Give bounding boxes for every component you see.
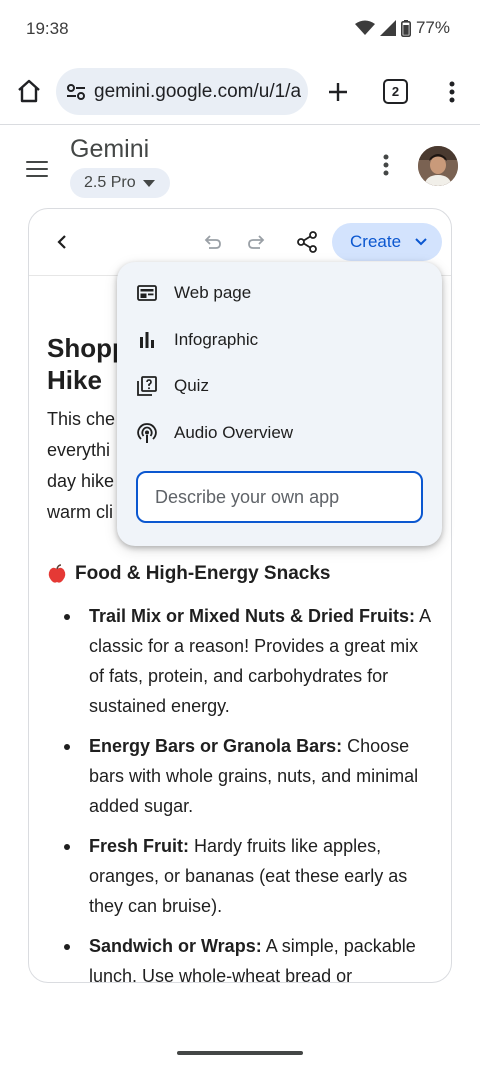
- create-button[interactable]: Create: [332, 223, 442, 261]
- browser-menu-button[interactable]: [438, 76, 466, 108]
- podcast-icon: [135, 421, 159, 445]
- chevron-down-icon: [415, 238, 427, 246]
- list-item-title: Trail Mix or Mixed Nuts & Dried Fruits:: [89, 606, 416, 626]
- web-page-icon: [135, 281, 159, 305]
- browser-divider: [0, 124, 480, 125]
- menu-item-label: Quiz: [174, 376, 209, 395]
- status-bar: 19:38 77%: [0, 0, 480, 58]
- site-settings-icon[interactable]: [66, 83, 86, 101]
- create-label: Create: [350, 232, 402, 251]
- menu-item-web-page[interactable]: Web page: [117, 271, 442, 315]
- menu-icon[interactable]: [24, 158, 50, 180]
- menu-item-infographic[interactable]: Infographic: [117, 318, 442, 362]
- wifi-icon: [354, 20, 375, 35]
- browser-toolbar: gemini.google.com/u/1/a 2: [0, 58, 480, 124]
- menu-item-label: Audio Overview: [174, 423, 294, 442]
- redo-button[interactable]: [244, 229, 270, 255]
- url-text[interactable]: gemini.google.com/u/1/a: [94, 81, 301, 103]
- apple-icon: [48, 564, 66, 583]
- create-menu: Web page Infographic Quiz Audio Overview: [117, 262, 442, 546]
- header-more-button[interactable]: [374, 150, 398, 180]
- section-heading: Food & High-Energy Snacks: [47, 563, 437, 585]
- status-time: 19:38: [26, 19, 69, 38]
- battery-percent: 77%: [415, 18, 450, 37]
- model-selector[interactable]: 2.5 Pro: [70, 168, 170, 198]
- share-icon: [297, 231, 317, 253]
- snack-list: Trail Mix or Mixed Nuts & Dried Fruits: …: [47, 601, 437, 982]
- menu-item-audio-overview[interactable]: Audio Overview: [117, 411, 442, 455]
- list-item: Trail Mix or Mixed Nuts & Dried Fruits: …: [47, 601, 437, 721]
- avatar[interactable]: [418, 146, 458, 186]
- list-item-title: Sandwich or Wraps:: [89, 936, 262, 956]
- signal-icon: [379, 20, 396, 36]
- menu-item-quiz[interactable]: Quiz: [117, 364, 442, 408]
- chevron-left-icon: [57, 235, 66, 249]
- status-icons: 77%: [354, 18, 450, 38]
- section-title: Food & High-Energy Snacks: [75, 563, 331, 584]
- tab-switcher-button[interactable]: 2: [383, 79, 408, 104]
- undo-icon: [204, 235, 221, 249]
- list-item: Sandwich or Wraps: A simple, packable lu…: [47, 931, 437, 982]
- plus-icon: [329, 83, 347, 101]
- home-icon: [18, 79, 40, 103]
- back-button[interactable]: [49, 229, 75, 255]
- caret-down-icon: [142, 179, 155, 187]
- more-vert-icon: [449, 81, 455, 103]
- infographic-icon: [135, 328, 159, 352]
- describe-app-field[interactable]: [136, 471, 423, 523]
- list-item: Energy Bars or Granola Bars: Choose bars…: [47, 731, 437, 821]
- share-button[interactable]: [294, 229, 320, 255]
- model-label: 2.5 Pro: [84, 174, 136, 191]
- undo-button[interactable]: [199, 229, 225, 255]
- quiz-icon: [135, 374, 159, 398]
- battery-icon: [400, 19, 411, 37]
- gesture-navigation-bar[interactable]: [177, 1051, 303, 1055]
- new-tab-button[interactable]: [320, 74, 356, 110]
- redo-icon: [248, 235, 265, 249]
- list-item-title: Fresh Fruit:: [89, 836, 190, 856]
- menu-item-label: Web page: [174, 283, 252, 302]
- list-item-title: Energy Bars or Granola Bars:: [89, 736, 343, 756]
- address-bar[interactable]: gemini.google.com/u/1/a: [56, 68, 308, 115]
- home-button[interactable]: [12, 72, 46, 110]
- app-title: Gemini: [70, 135, 150, 163]
- describe-app-input[interactable]: [138, 473, 421, 521]
- more-vert-icon: [383, 154, 389, 176]
- avatar-image: [418, 146, 458, 186]
- menu-item-label: Infographic: [174, 330, 259, 349]
- list-item: Fresh Fruit: Hardy fruits like apples, o…: [47, 831, 437, 921]
